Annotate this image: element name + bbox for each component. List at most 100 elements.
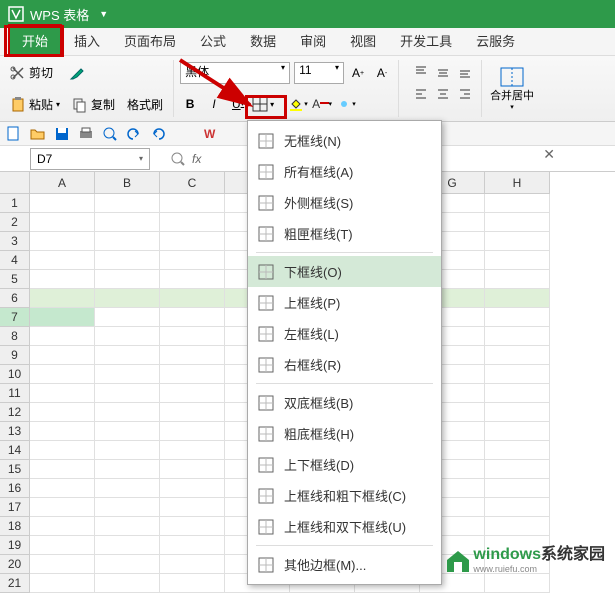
col-header[interactable]: H bbox=[485, 172, 550, 194]
border-button[interactable]: ▾ bbox=[252, 93, 284, 115]
row-header[interactable]: 2 bbox=[0, 213, 30, 232]
cell[interactable] bbox=[30, 232, 95, 251]
cell[interactable] bbox=[30, 536, 95, 555]
cell[interactable] bbox=[95, 479, 160, 498]
select-all-corner[interactable] bbox=[0, 172, 30, 194]
align-middle-button[interactable] bbox=[433, 62, 453, 82]
tab-dev[interactable]: 开发工具 bbox=[388, 26, 464, 55]
cell[interactable] bbox=[485, 194, 550, 213]
border-menu-item[interactable]: 上框线(P) bbox=[248, 287, 441, 318]
cell[interactable] bbox=[160, 270, 225, 289]
cell[interactable] bbox=[95, 327, 160, 346]
cell[interactable] bbox=[485, 251, 550, 270]
cell[interactable] bbox=[30, 213, 95, 232]
cell[interactable] bbox=[485, 422, 550, 441]
border-menu-item[interactable]: 外侧框线(S) bbox=[248, 187, 441, 218]
redo-icon[interactable] bbox=[150, 126, 166, 142]
cell[interactable] bbox=[30, 384, 95, 403]
cell[interactable] bbox=[160, 308, 225, 327]
cell[interactable] bbox=[160, 517, 225, 536]
cell[interactable] bbox=[95, 289, 160, 308]
border-menu-item[interactable]: 上框线和粗下框线(C) bbox=[248, 480, 441, 511]
align-right-button[interactable] bbox=[455, 84, 475, 104]
cell[interactable] bbox=[30, 346, 95, 365]
format-painter-button[interactable]: 格式刷 bbox=[123, 94, 167, 115]
merge-group[interactable]: 合并居中▾ bbox=[482, 60, 542, 117]
cell[interactable] bbox=[485, 365, 550, 384]
cell[interactable] bbox=[95, 555, 160, 574]
tab-review[interactable]: 审阅 bbox=[288, 26, 338, 55]
cell[interactable] bbox=[160, 422, 225, 441]
underline-button[interactable]: U▾ bbox=[228, 94, 248, 114]
cell[interactable] bbox=[30, 270, 95, 289]
effects-button[interactable]: ▾ bbox=[336, 94, 356, 114]
cell[interactable] bbox=[95, 308, 160, 327]
row-header[interactable]: 7 bbox=[0, 308, 30, 327]
font-size-select[interactable]: 11 ▾ bbox=[294, 62, 344, 84]
cell[interactable] bbox=[485, 460, 550, 479]
cell[interactable] bbox=[160, 327, 225, 346]
cell[interactable] bbox=[485, 498, 550, 517]
italic-button[interactable]: I bbox=[204, 94, 224, 114]
decrease-font-button[interactable]: A- bbox=[372, 63, 392, 83]
cell[interactable] bbox=[30, 403, 95, 422]
cell[interactable] bbox=[95, 517, 160, 536]
row-header[interactable]: 17 bbox=[0, 498, 30, 517]
cell[interactable] bbox=[95, 441, 160, 460]
cell[interactable] bbox=[30, 441, 95, 460]
row-header[interactable]: 9 bbox=[0, 346, 30, 365]
cell[interactable] bbox=[30, 365, 95, 384]
cell[interactable] bbox=[30, 460, 95, 479]
paste-button[interactable]: 粘贴▾ bbox=[6, 94, 64, 115]
bold-button[interactable]: B bbox=[180, 94, 200, 114]
align-left-button[interactable] bbox=[411, 84, 431, 104]
cell[interactable] bbox=[485, 479, 550, 498]
border-menu-item[interactable]: 粗匣框线(T) bbox=[248, 218, 441, 249]
zoom-icon[interactable] bbox=[170, 151, 186, 167]
border-menu-item[interactable]: 上下框线(D) bbox=[248, 449, 441, 480]
tab-insert[interactable]: 插入 bbox=[62, 26, 112, 55]
cell[interactable] bbox=[95, 365, 160, 384]
save-icon[interactable] bbox=[54, 126, 70, 142]
cell[interactable] bbox=[485, 308, 550, 327]
font-color-button[interactable]: A▾ bbox=[312, 94, 332, 114]
col-header[interactable]: A bbox=[30, 172, 95, 194]
col-header[interactable]: C bbox=[160, 172, 225, 194]
align-bottom-button[interactable] bbox=[455, 62, 475, 82]
cell[interactable] bbox=[485, 384, 550, 403]
cell[interactable] bbox=[485, 270, 550, 289]
cell[interactable] bbox=[95, 384, 160, 403]
cell[interactable] bbox=[160, 289, 225, 308]
tab-formula[interactable]: 公式 bbox=[188, 26, 238, 55]
row-header[interactable]: 11 bbox=[0, 384, 30, 403]
tab-layout[interactable]: 页面布局 bbox=[112, 26, 188, 55]
cell[interactable] bbox=[160, 346, 225, 365]
border-menu-item[interactable]: 双底框线(B) bbox=[248, 387, 441, 418]
cell[interactable] bbox=[160, 498, 225, 517]
border-menu-item[interactable]: 上框线和双下框线(U) bbox=[248, 511, 441, 542]
cell[interactable] bbox=[485, 346, 550, 365]
name-box[interactable]: D7 ▾ bbox=[30, 148, 150, 170]
cell[interactable] bbox=[30, 308, 95, 327]
cell[interactable] bbox=[95, 232, 160, 251]
row-header[interactable]: 14 bbox=[0, 441, 30, 460]
cell[interactable] bbox=[160, 403, 225, 422]
cell[interactable] bbox=[160, 194, 225, 213]
cell[interactable] bbox=[30, 327, 95, 346]
font-name-select[interactable]: 黑体 ▾ bbox=[180, 62, 290, 84]
cell[interactable] bbox=[160, 479, 225, 498]
border-menu-item[interactable]: 右框线(R) bbox=[248, 349, 441, 380]
row-header[interactable]: 16 bbox=[0, 479, 30, 498]
cell[interactable] bbox=[160, 460, 225, 479]
tab-data[interactable]: 数据 bbox=[238, 26, 288, 55]
border-menu-item[interactable]: 下框线(O) bbox=[248, 256, 441, 287]
cell[interactable] bbox=[95, 536, 160, 555]
cell[interactable] bbox=[160, 555, 225, 574]
increase-font-button[interactable]: A+ bbox=[348, 63, 368, 83]
col-header[interactable]: B bbox=[95, 172, 160, 194]
cell[interactable] bbox=[95, 251, 160, 270]
cell[interactable] bbox=[30, 289, 95, 308]
print-icon[interactable] bbox=[78, 126, 94, 142]
align-center-button[interactable] bbox=[433, 84, 453, 104]
border-menu-item[interactable]: 所有框线(A) bbox=[248, 156, 441, 187]
